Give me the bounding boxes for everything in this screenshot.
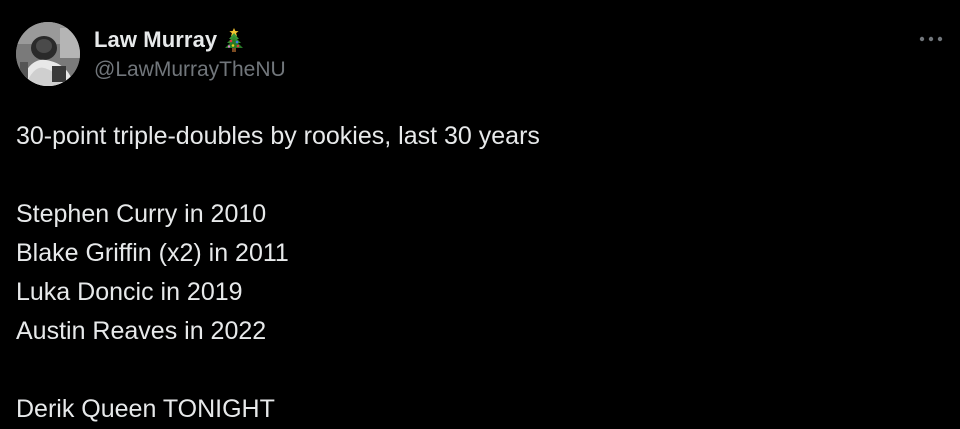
author-name-row: Law Murray [94,26,245,54]
tweet-line: Austin Reaves in 2022 [16,317,267,345]
christmas-tree-icon [223,27,245,53]
tweet-line: Blake Griffin (x2) in 2011 [16,239,289,267]
tweet-line: Luka Doncic in 2019 [16,278,243,306]
author-handle[interactable]: @LawMurrayTheNU [94,58,286,82]
more-options-button[interactable] [914,26,948,52]
tweet-card: Law Murray @LawMurrayTheNU 30-point trip… [0,0,960,424]
tweet-line: Stephen Curry in 2010 [16,200,267,228]
author-avatar[interactable] [16,22,80,86]
tweet-line: Derik Queen TONIGHT [16,395,275,423]
author-display-name[interactable]: Law Murray [94,27,217,53]
tweet-line: 30-point triple-doubles by rookies, last… [16,122,540,150]
tweet-text: 30-point triple-doubles by rookies, last… [16,117,946,429]
avatar-photo-icon [16,22,80,86]
more-horizontal-icon [919,36,943,42]
